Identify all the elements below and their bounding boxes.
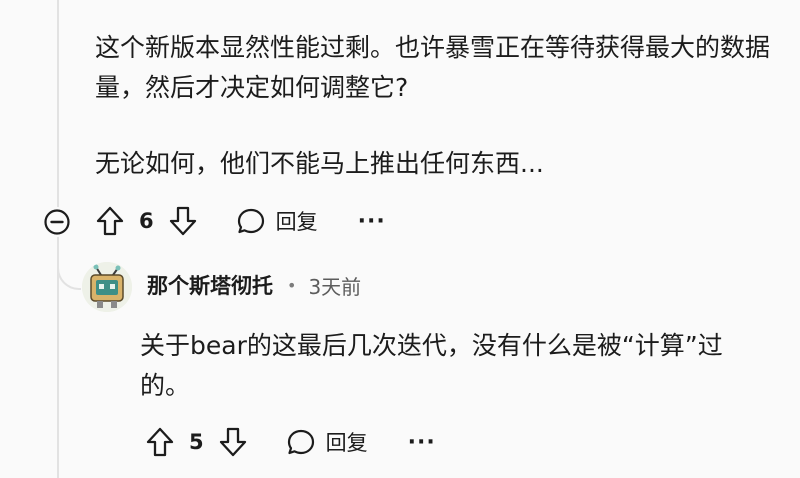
timestamp: 3天前: [308, 274, 362, 299]
downvote-button[interactable]: [218, 426, 248, 458]
upvote-button[interactable]: [145, 426, 175, 458]
arrow-down-icon: [169, 206, 196, 236]
comment-paragraph-2: 无论如何，他们不能马上推出任何东西...: [95, 149, 544, 178]
robot-avatar-icon: [82, 262, 132, 312]
more-options-button[interactable]: ···: [408, 430, 436, 455]
arrow-up-icon: [96, 206, 124, 236]
collapse-button[interactable]: [42, 207, 72, 237]
reply-body: 关于bear的这最后几次迭代，没有什么是被“计算”过的。: [140, 331, 723, 400]
arrow-down-icon: [219, 427, 246, 457]
comment-paragraph-1: 这个新版本显然性能过剩。也许暴雪正在等待获得最大的数据量，然后才决定如何调整它?: [95, 33, 771, 102]
avatar[interactable]: [82, 262, 132, 312]
vote-count: 6: [139, 209, 154, 233]
reply-button[interactable]: 回复: [236, 206, 318, 236]
reply-label: 回复: [325, 431, 368, 455]
speech-bubble-icon: [237, 208, 264, 234]
arrow-up-icon: [146, 427, 174, 457]
username[interactable]: 那个斯塔彻托: [147, 270, 273, 300]
comment-action-bar: 6 回复 ···: [95, 201, 386, 241]
downvote-button[interactable]: [168, 205, 198, 237]
separator-dot: •: [287, 275, 297, 295]
speech-bubble-icon: [287, 429, 314, 455]
upvote-button[interactable]: [95, 205, 125, 237]
more-options-button[interactable]: ···: [358, 209, 386, 234]
reply-header: 那个斯塔彻托 • 3天前: [147, 268, 361, 302]
reply-action-bar: 5 回复 ···: [145, 422, 436, 462]
thread-line: [57, 0, 59, 478]
vote-count: 5: [189, 430, 204, 454]
minus-circle-icon: [44, 209, 70, 235]
reply-label: 回复: [275, 210, 318, 234]
reply-button[interactable]: 回复: [286, 427, 368, 457]
reply-connector: [57, 250, 81, 290]
